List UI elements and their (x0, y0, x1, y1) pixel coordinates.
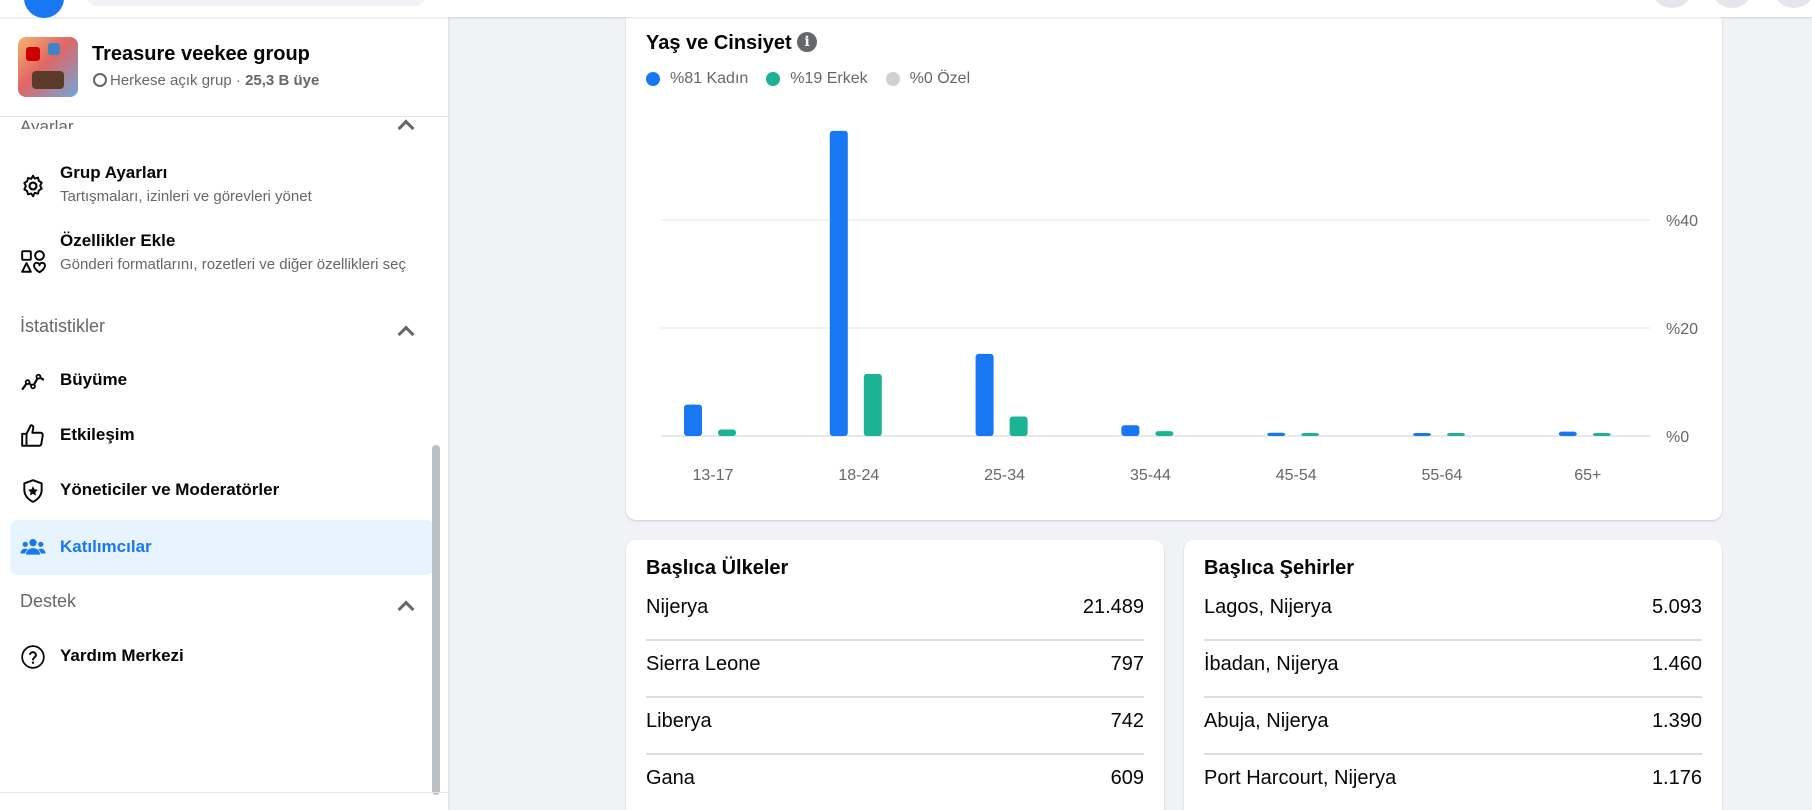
sidebar-item-engagement[interactable]: Etkileşim (10, 410, 434, 462)
bar-female-45-54 (1267, 432, 1286, 436)
bar-female-13-17 (684, 404, 702, 436)
city-name: Port Harcourt, Nijerya (1204, 767, 1397, 789)
city-name: Lagos, Nijerya (1204, 596, 1332, 618)
globe-icon (93, 73, 107, 87)
x-tick-label: 55-64 (1422, 467, 1463, 484)
city-value: 1.460 (1651, 653, 1702, 675)
sidebar-item-growth[interactable]: Büyüme (10, 355, 434, 407)
card-title: Başlıca Ülkeler (646, 557, 789, 579)
y-tick-label: %0 (1666, 429, 1689, 446)
sidebar-item-group-settings[interactable]: Grup Ayarları Tartışmaları, izinleri ve … (10, 153, 434, 217)
gear-icon (23, 174, 43, 198)
sidebar-divider (0, 792, 448, 793)
growth-chart-icon (21, 373, 45, 391)
country-value: 742 (1110, 710, 1144, 732)
list-item: Liberya 742 (646, 698, 1144, 755)
age-gender-bar-chart: %0 %20 %40 13-17 18-24 25-34 35-44 45-54 55-64 65… (661, 130, 1698, 484)
sidebar-item-description: Gönderi formatlarını, rozetleri ve diğer… (60, 256, 406, 273)
sidebar-item-label: Büyüme (60, 370, 128, 389)
bar-male-65+ (1592, 433, 1611, 436)
top-countries-card: Başlıca Ülkeler Nijerya 21.489 Sierra Le… (626, 540, 1164, 810)
search-input[interactable] (86, 0, 426, 6)
group-sidebar: Treasure veekee group Herkese açık grup … (0, 17, 448, 810)
country-name: Sierra Leone (646, 653, 761, 675)
age-gender-card: Yaş ve Cinsiyet i %81 Kadın %19 Erkek %0… (626, 10, 1722, 520)
bar-male-18-24 (863, 373, 882, 436)
bar-female-55-64 (1413, 433, 1431, 436)
chevron-up-icon[interactable] (397, 600, 415, 618)
bar-male-13-17 (718, 429, 736, 436)
section-title-settings: Ayarlar (20, 117, 74, 129)
y-tick-label: %40 (1666, 213, 1698, 230)
city-value: 1.176 (1651, 767, 1702, 789)
card-title: Başlıca Şehirler (1204, 557, 1355, 579)
list-item: Gana 609 (646, 755, 1144, 810)
city-value: 1.390 (1651, 710, 1702, 732)
bar-male-35-44 (1155, 431, 1174, 436)
list-item: Port Harcourt, Nijerya 1.176 (1204, 755, 1702, 810)
sidebar-item-help-center[interactable]: Yardım Merkezi (10, 631, 434, 683)
sidebar-item-label: Özellikler Ekle (60, 231, 176, 250)
country-value: 797 (1110, 653, 1144, 675)
country-name: Nijerya (646, 596, 709, 618)
x-tick-label: 35-44 (1130, 467, 1171, 484)
city-value: 5.093 (1651, 596, 1702, 618)
bar-male-25-34 (1009, 416, 1028, 436)
bar-male-55-64 (1447, 433, 1465, 436)
notifications-icon[interactable] (1774, 0, 1812, 8)
shield-star-icon (23, 479, 43, 503)
group-name[interactable]: Treasure veekee group (92, 43, 310, 66)
sidebar-item-members[interactable]: Katılımcılar (10, 520, 434, 575)
x-tick-label: 13-17 (693, 467, 734, 484)
section-title-support: Destek (20, 591, 77, 611)
y-tick-label: %20 (1666, 321, 1698, 338)
city-name: Abuja, Nijerya (1204, 710, 1329, 732)
sidebar-item-admins-moderators[interactable]: Yöneticiler ve Moderatörler (10, 465, 434, 517)
menu-icon[interactable] (1652, 0, 1692, 8)
section-title-insights: İstatistikler (20, 316, 106, 336)
bar-female-18-24 (829, 130, 848, 436)
group-avatar[interactable] (18, 37, 78, 97)
group-privacy: Herkese açık grup (110, 72, 232, 89)
x-tick-label: 45-54 (1276, 467, 1317, 484)
sidebar-item-label: Etkileşim (60, 425, 135, 444)
bar-female-35-44 (1121, 425, 1140, 436)
bar-male-45-54 (1301, 433, 1320, 436)
sidebar-scrollbar[interactable] (432, 445, 440, 795)
group-meta: Herkese açık grup · 25,3 B üye (93, 72, 319, 89)
country-value: 609 (1110, 767, 1144, 789)
sidebar-item-add-features[interactable]: Özellikler Ekle Gönderi formatlarını, ro… (10, 221, 434, 309)
list-item: Lagos, Nijerya 5.093 (1204, 584, 1702, 641)
sidebar-item-label: Grup Ayarları (60, 163, 168, 182)
facebook-logo-icon[interactable] (24, 0, 64, 18)
people-icon (20, 538, 46, 555)
features-icon (21, 250, 46, 274)
chevron-up-icon[interactable] (397, 325, 415, 343)
list-item: Abuja, Nijerya 1.390 (1204, 698, 1702, 755)
chevron-up-icon[interactable] (397, 119, 415, 137)
list-item: Nijerya 21.489 (646, 584, 1144, 641)
x-tick-label: 65+ (1574, 467, 1601, 484)
city-name: İbadan, Nijerya (1204, 653, 1339, 675)
list-item: Sierra Leone 797 (646, 641, 1144, 698)
messenger-icon[interactable] (1712, 0, 1752, 8)
top-cities-card: Başlıca Şehirler Lagos, Nijerya 5.093 İb… (1184, 540, 1722, 810)
group-member-count: 25,3 B üye (245, 72, 320, 89)
thumbs-up-icon (21, 424, 44, 447)
sidebar-item-label: Katılımcılar (60, 537, 152, 556)
top-navigation-bar (0, 0, 1812, 18)
country-value: 21.489 (1082, 596, 1144, 618)
x-tick-label: 25-34 (984, 467, 1025, 484)
country-name: Gana (646, 767, 695, 789)
sidebar-item-label: Yöneticiler ve Moderatörler (60, 480, 280, 499)
bar-female-25-34 (975, 353, 994, 436)
bar-female-65+ (1558, 431, 1577, 436)
country-name: Liberya (646, 710, 712, 732)
sidebar-item-label: Yardım Merkezi (60, 646, 184, 665)
x-tick-label: 18-24 (838, 467, 879, 484)
sidebar-item-description: Tartışmaları, izinleri ve görevleri yöne… (60, 188, 312, 205)
group-header[interactable]: Treasure veekee group Herkese açık grup … (0, 17, 448, 117)
list-item: İbadan, Nijerya 1.460 (1204, 641, 1702, 698)
help-icon (21, 645, 45, 669)
